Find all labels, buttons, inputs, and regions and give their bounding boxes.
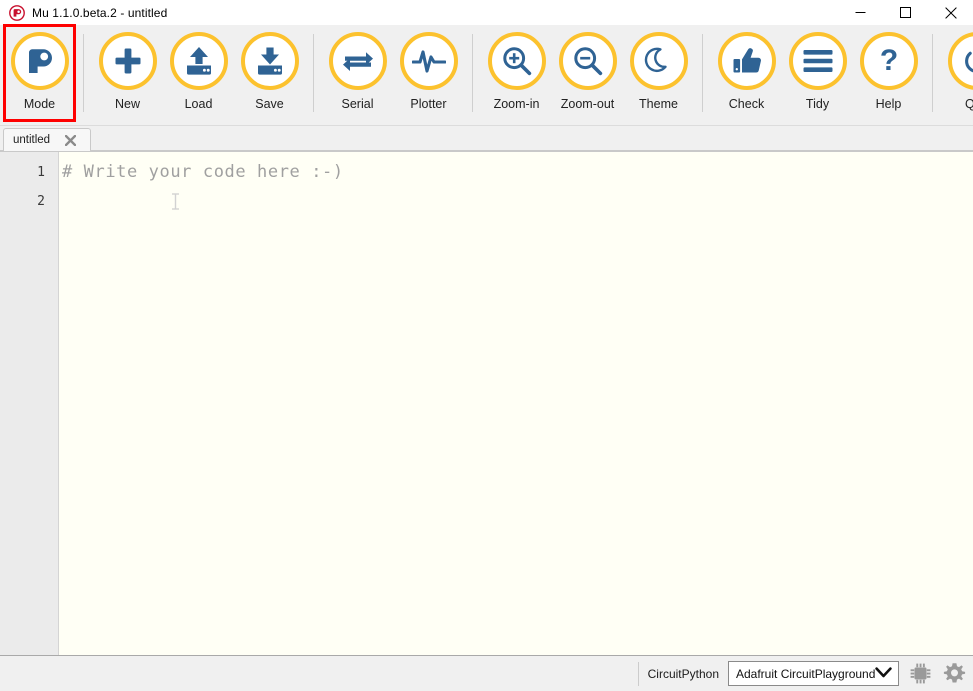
- download-icon: [240, 32, 299, 90]
- mode-icon: [10, 32, 69, 90]
- waveform-icon: [399, 32, 458, 90]
- toolbar-button-mode[interactable]: Mode: [3, 24, 76, 122]
- toolbar-group-io: Serial Plotter: [322, 25, 464, 125]
- tab-label: untitled: [13, 134, 51, 146]
- line-number: 1: [37, 165, 45, 180]
- toolbar-button-load[interactable]: Load: [163, 25, 234, 121]
- svg-text:?: ?: [879, 45, 897, 77]
- toolbar-button-save[interactable]: Save: [234, 25, 305, 121]
- toolbar-label: Zoom-in: [493, 97, 540, 111]
- close-tab-icon[interactable]: [64, 134, 76, 146]
- window-controls: [838, 0, 973, 25]
- moon-icon: [629, 32, 688, 90]
- upload-icon: [169, 32, 228, 90]
- window-title: Mu 1.1.0.beta.2 - untitled: [32, 5, 168, 20]
- maximize-button[interactable]: [883, 0, 928, 25]
- toolbar-label: Serial: [341, 97, 374, 111]
- toolbar-label: Quit: [965, 97, 973, 111]
- toolbar-group-file: New Load Save: [92, 25, 305, 125]
- toolbar-label: Plotter: [410, 97, 447, 111]
- tab-untitled[interactable]: untitled: [3, 128, 91, 151]
- code-text-area[interactable]: # Write your code here :-): [59, 152, 973, 655]
- hamburger-icon: [788, 32, 847, 90]
- toolbar-separator: [313, 34, 314, 112]
- toolbar-label: Theme: [639, 97, 678, 111]
- magnifier-minus-icon: [558, 32, 617, 90]
- toolbar-button-new[interactable]: New: [92, 25, 163, 121]
- toolbar-label: Zoom-out: [560, 97, 615, 111]
- main-toolbar: Mode New Load Save Serial Plotter Zoom-i…: [0, 24, 973, 126]
- mu-logo-icon: [9, 4, 25, 21]
- toolbar-label: Mode: [23, 97, 56, 111]
- device-select[interactable]: Adafruit CircuitPlayground: [728, 661, 899, 686]
- toolbar-label: Save: [255, 97, 284, 111]
- toolbar-separator: [702, 34, 703, 112]
- toolbar-button-zoom-in[interactable]: Zoom-in: [481, 25, 552, 121]
- toolbar-button-tidy[interactable]: Tidy: [782, 25, 853, 121]
- code-editor[interactable]: 1 2 # Write your code here :-): [0, 151, 973, 656]
- toolbar-group-mode: Mode: [3, 24, 76, 125]
- toolbar-button-quit[interactable]: Quit: [941, 25, 973, 121]
- toolbar-button-serial[interactable]: Serial: [322, 25, 393, 121]
- text-caret-icon: [171, 193, 180, 210]
- microchip-icon[interactable]: [908, 661, 933, 686]
- toolbar-separator: [472, 34, 473, 112]
- toolbar-label: Tidy: [805, 97, 830, 111]
- status-mode-label[interactable]: CircuitPython: [648, 667, 719, 681]
- line-number: 2: [37, 194, 45, 209]
- code-line: # Write your code here :-): [62, 162, 344, 182]
- gear-icon[interactable]: [942, 661, 967, 686]
- toolbar-group-tools: Check Tidy ? Help: [711, 25, 924, 125]
- toolbar-label: New: [114, 97, 140, 111]
- toolbar-button-zoom-out[interactable]: Zoom-out: [552, 25, 623, 121]
- toolbar-group-view: Zoom-in Zoom-out Theme: [481, 25, 694, 125]
- toolbar-group-quit: Quit: [941, 25, 973, 125]
- mu-editor-window: Mu 1.1.0.beta.2 - untitled Mode New Load…: [0, 0, 973, 691]
- toolbar-separator: [83, 34, 84, 112]
- close-button[interactable]: [928, 0, 973, 25]
- device-select-value: Adafruit CircuitPlayground: [736, 666, 875, 681]
- plus-icon: [98, 32, 157, 90]
- toolbar-button-plotter[interactable]: Plotter: [393, 25, 464, 121]
- status-separator: [637, 661, 639, 686]
- question-mark-icon: ?: [859, 32, 918, 90]
- power-icon: [947, 32, 973, 90]
- magnifier-plus-icon: [487, 32, 546, 90]
- toolbar-button-theme[interactable]: Theme: [623, 25, 694, 121]
- toolbar-button-check[interactable]: Check: [711, 25, 782, 121]
- chevron-down-icon: [875, 665, 892, 683]
- toolbar-separator: [932, 34, 933, 112]
- toolbar-label: Help: [875, 97, 902, 111]
- thumbs-up-icon: [717, 32, 776, 90]
- line-number-gutter: 1 2: [0, 152, 59, 655]
- toolbar-label: Load: [184, 97, 213, 111]
- status-bar: CircuitPython Adafruit CircuitPlayground: [0, 656, 973, 691]
- title-bar: Mu 1.1.0.beta.2 - untitled: [0, 0, 973, 25]
- serial-arrows-icon: [328, 32, 387, 90]
- minimize-button[interactable]: [838, 0, 883, 25]
- tab-bar: untitled: [0, 126, 973, 151]
- toolbar-button-help[interactable]: ? Help: [853, 25, 924, 121]
- toolbar-label: Check: [728, 97, 765, 111]
